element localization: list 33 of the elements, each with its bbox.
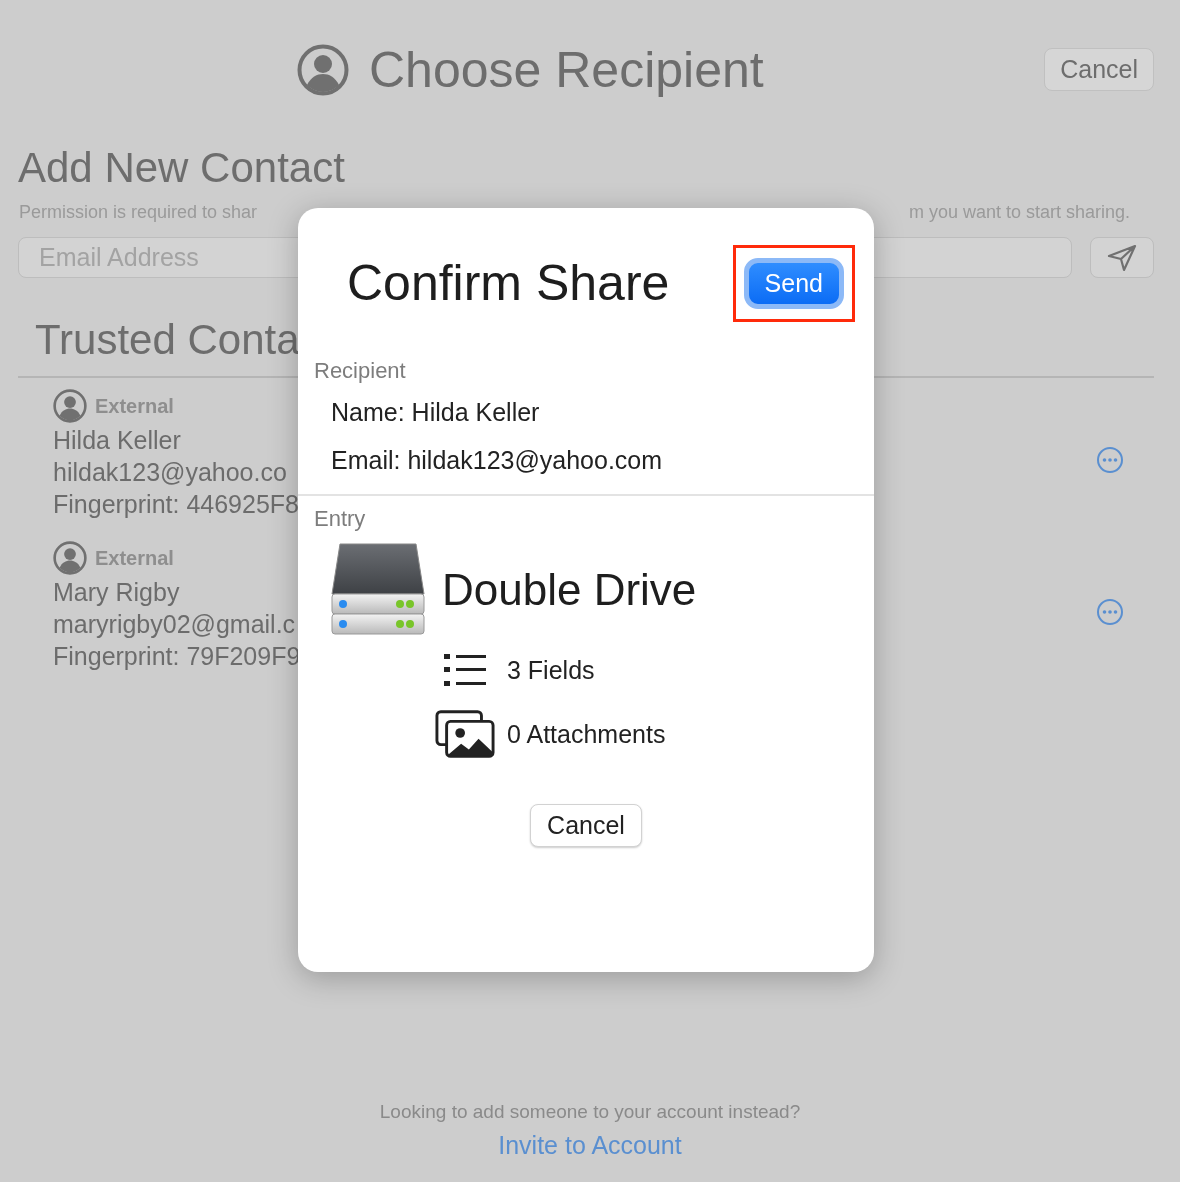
contact-name: Mary Rigby: [53, 577, 181, 608]
person-icon: [297, 44, 349, 96]
contact-name: Hilda Keller: [53, 425, 182, 456]
page-title: Choose Recipient: [369, 41, 764, 99]
send-icon[interactable]: [1090, 237, 1154, 278]
contact-email: maryrigby02@gmail.c: [53, 609, 297, 640]
attachments-count: 0 Attachments: [507, 719, 666, 749]
cancel-button[interactable]: Cancel: [1044, 48, 1154, 91]
more-icon[interactable]: [1096, 598, 1124, 626]
photos-icon: [435, 709, 495, 759]
contact-type: External: [95, 546, 174, 570]
section-label: Entry: [313, 506, 367, 533]
invite-link[interactable]: Invite to Account: [498, 1131, 682, 1160]
footer-prompt: Looking to add someone to your account instead?: [379, 1101, 801, 1123]
recipient-email: Email: hildak123@yahoo.com: [330, 445, 664, 476]
recipient-name: Name: Hilda Keller: [330, 397, 541, 428]
entry-title: Double Drive: [442, 565, 697, 615]
dialog-title: Confirm Share: [347, 254, 670, 312]
section-heading: Trusted Conta: [34, 315, 301, 365]
send-button[interactable]: Send: [743, 257, 844, 309]
cancel-button[interactable]: Cancel: [530, 804, 642, 847]
contact-email: hildak123@yahoo.co: [53, 457, 288, 488]
contact-fingerprint: Fingerprint: 446925F8: [53, 489, 299, 520]
section-label: Recipient: [313, 358, 407, 385]
more-icon[interactable]: [1096, 446, 1124, 474]
fields-count: 3 Fields: [507, 655, 595, 685]
section-heading: Add New Contact: [18, 143, 346, 193]
contact-type: External: [95, 394, 174, 418]
person-icon: [53, 541, 87, 575]
person-icon: [53, 389, 87, 423]
contact-fingerprint: Fingerprint: 79F209F9: [53, 641, 301, 672]
hard-drive-icon: [330, 542, 426, 638]
list-icon: [444, 654, 486, 686]
